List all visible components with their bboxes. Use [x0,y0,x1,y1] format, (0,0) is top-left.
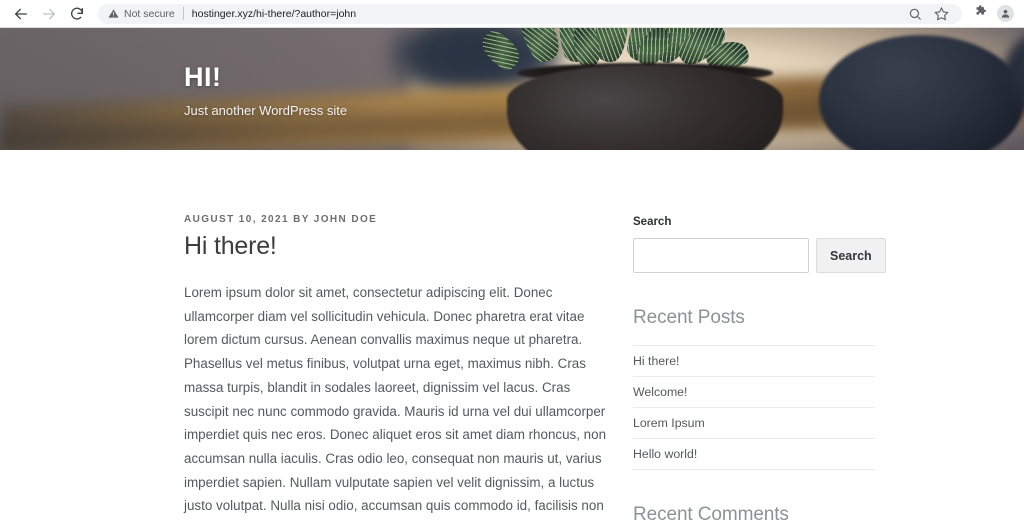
list-item[interactable]: Lorem Ipsum [633,407,875,438]
sidebar: Search Search Recent Posts Hi there! Wel… [633,214,886,521]
search-widget: Search Search [633,216,886,273]
puzzle-piece-icon [974,4,989,24]
recent-post-link[interactable]: Hi there! [633,346,875,376]
post-meta: AUGUST 10, 2021 BY JOHN DOE [184,214,378,225]
back-button[interactable] [8,1,34,27]
recent-posts-heading: Recent Posts [633,307,745,328]
extensions-button[interactable] [970,3,992,25]
reload-icon [69,6,85,22]
security-status-label: Not secure [124,7,175,20]
primary-column: AUGUST 10, 2021 BY JOHN DOE Hi there! Lo… [184,214,609,521]
recent-comments-heading: Recent Comments [633,504,789,521]
header-background-image [0,28,1024,150]
search-icon[interactable] [904,3,926,25]
recent-post-link[interactable]: Lorem Ipsum [633,408,875,438]
omnibox-separator [182,7,184,20]
profile-button[interactable] [994,3,1016,25]
star-icon[interactable] [930,3,952,25]
back-arrow-icon [13,6,29,22]
search-widget-label: Search [633,216,672,228]
site-title[interactable]: HI! [184,64,347,91]
search-form: Search [633,238,886,273]
post-title: Hi there! [184,232,277,260]
recent-post-link[interactable]: Hello world! [633,439,875,469]
recent-post-link[interactable]: Welcome! [633,377,875,407]
browser-toolbar: Not secure hostinger.xyz/hi-there/?autho… [0,0,1024,28]
list-item[interactable]: Hi there! [633,345,875,376]
address-bar[interactable]: Not secure hostinger.xyz/hi-there/?autho… [98,3,962,25]
site-tagline: Just another WordPress site [184,103,348,118]
recent-posts-list: Hi there! Welcome! Lorem Ipsum Hello wor… [633,345,875,470]
site-header: HI! Just another WordPress site [0,28,1024,150]
url-text: hostinger.xyz/hi-there/?author=john [191,7,357,20]
site-branding: HI! Just another WordPress site [184,64,348,119]
warning-triangle-icon [108,8,119,19]
forward-arrow-icon [41,6,57,22]
search-submit-button[interactable]: Search [816,238,886,273]
list-item[interactable]: Welcome! [633,376,875,407]
search-input[interactable] [633,238,809,273]
page-content: AUGUST 10, 2021 BY JOHN DOE Hi there! Lo… [0,150,1024,521]
post-article: AUGUST 10, 2021 BY JOHN DOE Hi there! Lo… [184,214,609,521]
omnibox-actions [904,3,952,25]
profile-avatar-icon [996,5,1014,22]
post-body-text: Lorem ipsum dolor sit amet, consectetur … [184,285,607,514]
list-item[interactable]: Hello world! [633,438,875,470]
recent-comments-widget: Recent Comments [633,504,875,521]
recent-posts-widget: Recent Posts Hi there! Welcome! Lorem Ip… [633,307,875,470]
header-overlay [0,28,1024,150]
forward-button[interactable] [36,1,62,27]
reload-button[interactable] [64,1,90,27]
